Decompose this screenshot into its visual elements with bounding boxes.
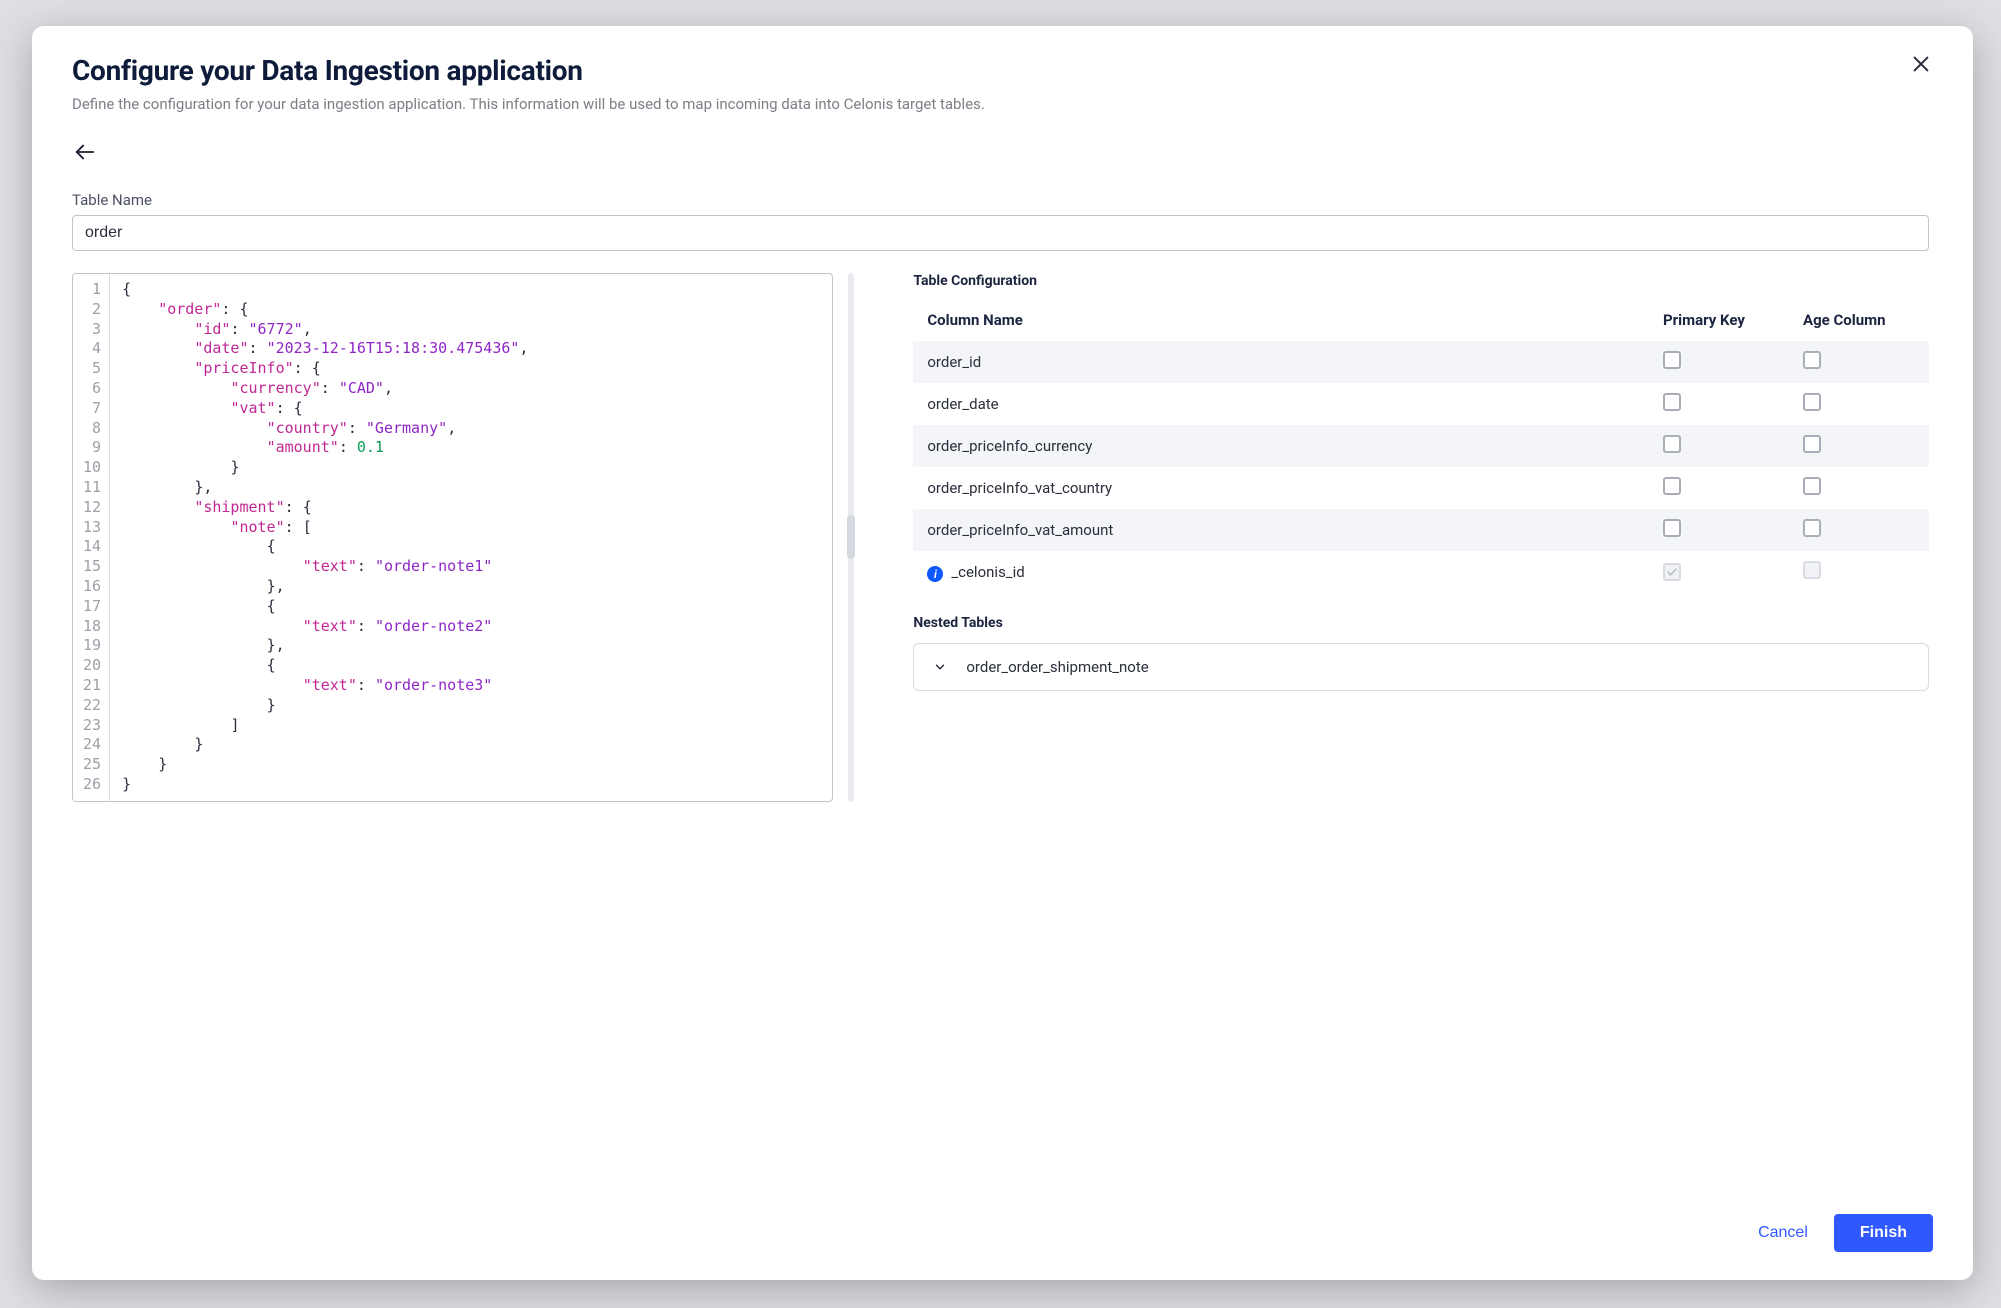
nested-tables-heading: Nested Tables (913, 615, 1929, 631)
arrow-left-icon (72, 141, 98, 167)
primary-key-checkbox[interactable] (1663, 435, 1681, 453)
column-name-label: order_date (927, 395, 998, 413)
table-row: order_priceInfo_vat_amount (913, 509, 1929, 551)
modal-title: Configure your Data Ingestion applicatio… (72, 54, 1933, 87)
column-name-label: _celonis_id (951, 563, 1024, 581)
primary-key-checkbox[interactable] (1663, 477, 1681, 495)
primary-key-checkbox (1663, 563, 1681, 581)
config-pane: Table Configuration Column Name Primary … (869, 273, 1929, 802)
close-button[interactable] (1903, 48, 1939, 84)
table-name-input[interactable] (72, 215, 1929, 251)
close-icon (1910, 53, 1932, 79)
age-column-checkbox[interactable] (1803, 477, 1821, 495)
age-column-checkbox[interactable] (1803, 519, 1821, 537)
modal-footer: Cancel Finish (72, 1196, 1933, 1252)
col-header-name: Column Name (913, 301, 1649, 341)
column-name-label: order_priceInfo_currency (927, 437, 1092, 455)
primary-key-checkbox[interactable] (1663, 393, 1681, 411)
column-name-cell: order_priceInfo_vat_amount (913, 509, 1649, 551)
modal-header: Configure your Data Ingestion applicatio… (72, 54, 1933, 141)
column-name-cell: order_priceInfo_vat_country (913, 467, 1649, 509)
table-row: i _celonis_id (913, 551, 1929, 593)
age-column-checkbox[interactable] (1803, 435, 1821, 453)
nested-table-row[interactable]: order_order_shipment_note (913, 643, 1929, 691)
table-row: order_priceInfo_currency (913, 425, 1929, 467)
table-name-label: Table Name (72, 191, 1929, 209)
modal-body: Table Name 12345678910111213141516171819… (72, 141, 1933, 1196)
column-name-cell: order_date (913, 383, 1649, 425)
splitter-handle-icon (847, 515, 855, 559)
col-header-pk: Primary Key (1649, 301, 1789, 341)
line-numbers: 1234567891011121314151617181920212223242… (73, 274, 110, 801)
code-content[interactable]: { "order": { "id": "6772", "date": "2023… (110, 274, 832, 801)
nested-table-name: order_order_shipment_note (966, 658, 1148, 676)
col-header-age: Age Column (1789, 301, 1929, 341)
configure-modal: Configure your Data Ingestion applicatio… (32, 26, 1973, 1280)
primary-key-checkbox[interactable] (1663, 519, 1681, 537)
finish-button[interactable]: Finish (1834, 1214, 1933, 1252)
json-editor-pane: 1234567891011121314151617181920212223242… (72, 273, 833, 802)
age-column-checkbox[interactable] (1803, 351, 1821, 369)
column-name-label: order_id (927, 353, 981, 371)
pane-splitter[interactable] (833, 273, 869, 802)
table-row: order_priceInfo_vat_country (913, 467, 1929, 509)
columns-table: Column Name Primary Key Age Column order… (913, 301, 1929, 593)
info-icon[interactable]: i (927, 566, 943, 582)
age-column-checkbox (1803, 561, 1821, 579)
json-editor[interactable]: 1234567891011121314151617181920212223242… (72, 273, 833, 802)
column-name-cell: i _celonis_id (913, 551, 1649, 593)
back-button[interactable] (72, 141, 98, 167)
table-config-heading: Table Configuration (913, 273, 1929, 289)
table-row: order_id (913, 341, 1929, 383)
column-name-cell: order_priceInfo_currency (913, 425, 1649, 467)
column-name-label: order_priceInfo_vat_amount (927, 521, 1113, 539)
primary-key-checkbox[interactable] (1663, 351, 1681, 369)
table-row: order_date (913, 383, 1929, 425)
column-name-cell: order_id (913, 341, 1649, 383)
cancel-button[interactable]: Cancel (1758, 1224, 1808, 1242)
age-column-checkbox[interactable] (1803, 393, 1821, 411)
modal-subtitle: Define the configuration for your data i… (72, 95, 1933, 113)
column-name-label: order_priceInfo_vat_country (927, 479, 1112, 497)
chevron-down-icon (932, 659, 948, 675)
